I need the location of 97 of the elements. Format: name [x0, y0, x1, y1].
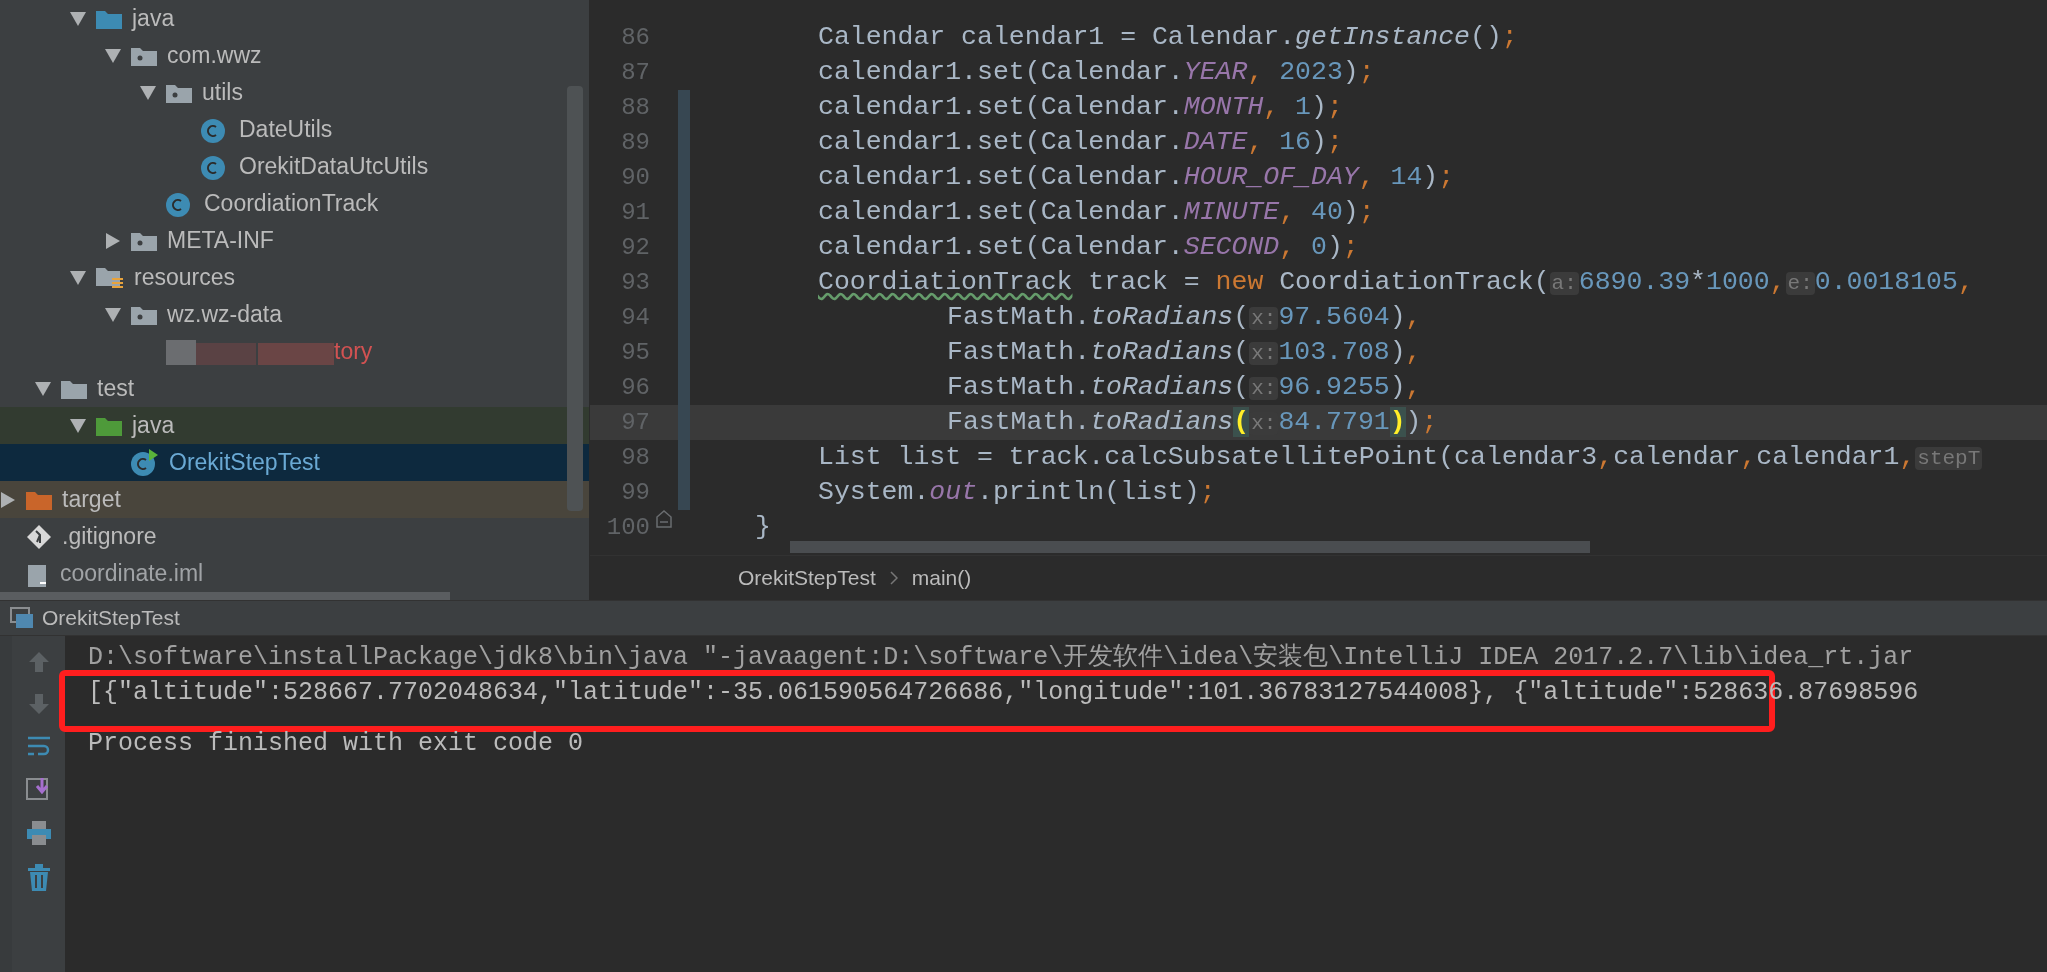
code-line: FastMath.toRadians(x:97.5604),: [947, 300, 1422, 334]
breadcrumb[interactable]: OrekitStepTest: [738, 562, 876, 594]
tree-item[interactable]: utils: [0, 74, 589, 111]
line-number: 92: [620, 232, 650, 263]
git-icon: [26, 523, 52, 550]
console-icon: [10, 607, 34, 629]
tree-item[interactable]: META-INF: [0, 222, 589, 259]
tree-item[interactable]: OrekitStepTest: [0, 444, 589, 481]
code-line: FastMath.toRadians(x:96.9255),: [947, 370, 1422, 404]
item-label: CoordiationTrack: [204, 189, 379, 219]
expand-arrow-icon[interactable]: [70, 270, 86, 285]
code-line: }: [755, 510, 771, 544]
line-number: 99: [620, 477, 650, 508]
code-line: List list = track.calcSubsatellitePoint(calendar3,calendar,calendar1,stepT: [818, 440, 1983, 474]
scrollbar-thumb[interactable]: [790, 541, 1590, 553]
tree-item[interactable]: resources: [0, 259, 589, 296]
item-label: target: [62, 485, 121, 515]
item-label: utils: [202, 78, 243, 108]
line-number: 88: [620, 92, 650, 123]
expand-arrow-icon[interactable]: [70, 11, 86, 26]
folder-icon: [61, 378, 87, 399]
tree-item[interactable]: com.wwz: [0, 37, 589, 74]
item-label: tory: [334, 337, 373, 367]
folder-icon: [26, 489, 52, 510]
tree-item[interactable]: test: [0, 370, 589, 407]
folder-icon: [96, 8, 122, 29]
expand-arrow-icon[interactable]: [140, 85, 156, 100]
tree-item[interactable]: coordinate.iml: [0, 555, 589, 592]
breadcrumb[interactable]: main(): [911, 562, 972, 594]
resources-folder-icon: [96, 265, 124, 290]
fold-icon[interactable]: [656, 510, 672, 528]
item-label: DateUtils: [239, 115, 333, 145]
line-number: 89: [620, 127, 650, 158]
expand-arrow-icon[interactable]: [105, 307, 121, 322]
code-line: Calendar calendar1 = Calendar.getInstance();: [818, 20, 1518, 54]
code-line: CoordiationTrack track = new CoordiationTrack(a:6890.39*1000,e:0.0018105,: [818, 265, 1974, 299]
console-line: D:\software\installPackage\jdk8\bin\java "-javaagent:D:\software\开发软件\idea\安装包\IntelliJ IDEA 2017.2.7\lib\idea_rt.jar: [88, 644, 1914, 671]
item-label: resources: [134, 263, 235, 293]
run-tab[interactable]: OrekitStepTest: [42, 602, 180, 634]
scrollbar-thumb[interactable]: [0, 592, 450, 600]
code-line: System.out.println(list);: [818, 475, 1216, 509]
tree-item[interactable]: target: [0, 481, 589, 518]
code-line: calendar1.set(Calendar.SECOND, 0);: [818, 230, 1359, 264]
package-icon: [131, 45, 157, 66]
package-icon: [131, 230, 157, 251]
item-label: wz.wz-data: [167, 300, 283, 330]
console-line: Process finished with exit code 0: [88, 731, 584, 757]
expand-arrow-icon[interactable]: [70, 418, 86, 433]
line-number: 91: [620, 197, 650, 228]
print-icon[interactable]: [25, 820, 52, 846]
expand-arrow-icon[interactable]: [35, 381, 51, 396]
soft-wrap-icon[interactable]: [25, 734, 52, 758]
tree-item[interactable]: CoordiationTrack: [0, 185, 589, 222]
item-label: java: [132, 4, 175, 34]
line-number: 96: [620, 372, 650, 403]
change-marker[interactable]: [678, 90, 690, 125]
folder-icon: [96, 415, 122, 436]
item-label: test: [97, 374, 135, 404]
line-number: 98: [620, 442, 650, 473]
line-number: 87: [620, 57, 650, 88]
code-line: calendar1.set(Calendar.YEAR, 2023);: [818, 55, 1375, 89]
item-label: META-INF: [167, 226, 274, 256]
chevron-icon: [889, 571, 898, 585]
line-number: 95: [620, 337, 650, 368]
collapse-arrow-icon[interactable]: [1, 491, 15, 508]
change-marker[interactable]: [678, 475, 690, 510]
code-line: calendar1.set(Calendar.MONTH, 1);: [818, 90, 1343, 124]
item-label: OrekitDataUtcUtils: [239, 152, 429, 182]
line-number: 93: [620, 267, 650, 298]
trash-icon[interactable]: [26, 864, 51, 892]
line-number: 90: [620, 162, 650, 193]
item-label: coordinate.iml: [60, 559, 204, 589]
package-icon: [131, 304, 157, 325]
code-line: calendar1.set(Calendar.MINUTE, 40);: [818, 195, 1375, 229]
expand-arrow-icon[interactable]: [105, 48, 121, 63]
line-number: 86: [620, 22, 650, 53]
code-line: FastMath.toRadians(x:84.7791));: [947, 405, 1438, 439]
line-number: 94: [620, 302, 650, 333]
package-icon: [166, 82, 192, 103]
tree-item[interactable]: OrekitDataUtcUtils: [0, 148, 589, 185]
test-class-icon: [131, 448, 159, 477]
collapse-arrow-icon[interactable]: [106, 232, 120, 249]
tree-item[interactable]: DateUtils: [0, 111, 589, 148]
tree-item[interactable]: java: [0, 0, 589, 37]
item-label: OrekitStepTest: [169, 448, 320, 478]
item-label: com.wwz: [167, 41, 262, 71]
blurred-patch-icon: [166, 338, 334, 365]
tree-item[interactable]: java: [0, 407, 589, 444]
code-line: calendar1.set(Calendar.HOUR_OF_DAY, 14);: [818, 160, 1455, 194]
item-label: .gitignore: [62, 522, 157, 552]
tree-item[interactable]: wz.wz-data: [0, 296, 589, 333]
code-line: calendar1.set(Calendar.DATE, 16);: [818, 125, 1343, 159]
item-label: java: [132, 411, 175, 441]
tree-item[interactable]: .gitignore: [0, 518, 589, 555]
line-number: 100: [605, 512, 650, 543]
code-line: FastMath.toRadians(x:103.708),: [947, 335, 1422, 369]
scrollbar-thumb[interactable]: [567, 86, 583, 511]
